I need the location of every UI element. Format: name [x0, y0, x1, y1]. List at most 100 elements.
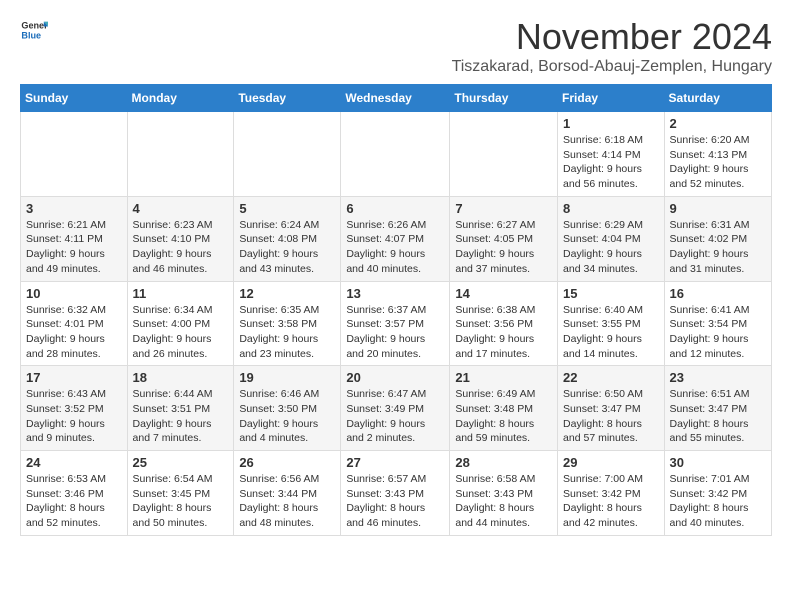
day-cell: 6 Sunrise: 6:26 AM Sunset: 4:07 PM Daylig…: [341, 196, 450, 281]
day-info: Sunrise: 6:43 AM Sunset: 3:52 PM Dayligh…: [26, 387, 122, 446]
day-cell: [234, 112, 341, 197]
day-number: 27: [346, 455, 444, 470]
day-number: 14: [455, 286, 552, 301]
weekday-sunday: Sunday: [21, 85, 128, 112]
day-cell: [127, 112, 234, 197]
day-info: Sunrise: 6:35 AM Sunset: 3:58 PM Dayligh…: [239, 303, 335, 362]
day-number: 7: [455, 201, 552, 216]
day-info: Sunrise: 6:21 AM Sunset: 4:11 PM Dayligh…: [26, 218, 122, 277]
day-cell: 28 Sunrise: 6:58 AM Sunset: 3:43 PM Dayli…: [450, 451, 558, 536]
day-info: Sunrise: 6:56 AM Sunset: 3:44 PM Dayligh…: [239, 472, 335, 531]
title-block: November 2024 Tiszakarad, Borsod-Abauj-Z…: [452, 16, 772, 76]
day-info: Sunrise: 6:29 AM Sunset: 4:04 PM Dayligh…: [563, 218, 659, 277]
day-number: 18: [133, 370, 229, 385]
location-title: Tiszakarad, Borsod-Abauj-Zemplen, Hungar…: [452, 58, 772, 76]
day-cell: 16 Sunrise: 6:41 AM Sunset: 3:54 PM Dayli…: [664, 281, 771, 366]
week-row-1: 1 Sunrise: 6:18 AM Sunset: 4:14 PM Daylig…: [21, 112, 772, 197]
day-cell: 8 Sunrise: 6:29 AM Sunset: 4:04 PM Daylig…: [558, 196, 665, 281]
day-number: 11: [133, 286, 229, 301]
day-number: 12: [239, 286, 335, 301]
day-number: 10: [26, 286, 122, 301]
day-number: 13: [346, 286, 444, 301]
day-cell: [450, 112, 558, 197]
day-info: Sunrise: 6:20 AM Sunset: 4:13 PM Dayligh…: [670, 133, 766, 192]
day-cell: 13Sunrise: 6:37 AM Sunset: 3:57 PM Dayli…: [341, 281, 450, 366]
day-info: Sunrise: 6:44 AM Sunset: 3:51 PM Dayligh…: [133, 387, 229, 446]
day-info: Sunrise: 6:31 AM Sunset: 4:02 PM Dayligh…: [670, 218, 766, 277]
weekday-monday: Monday: [127, 85, 234, 112]
page-header: General Blue November 2024 Tiszakarad, B…: [20, 16, 772, 76]
day-info: Sunrise: 6:40 AM Sunset: 3:55 PM Dayligh…: [563, 303, 659, 362]
week-row-5: 24 Sunrise: 6:53 AM Sunset: 3:46 PM Dayli…: [21, 451, 772, 536]
day-cell: 1 Sunrise: 6:18 AM Sunset: 4:14 PM Daylig…: [558, 112, 665, 197]
day-cell: 29 Sunrise: 7:00 AM Sunset: 3:42 PM Dayli…: [558, 451, 665, 536]
day-info: Sunrise: 6:51 AM Sunset: 3:47 PM Dayligh…: [670, 387, 766, 446]
day-cell: 23Sunrise: 6:51 AM Sunset: 3:47 PM Dayli…: [664, 366, 771, 451]
day-info: Sunrise: 6:50 AM Sunset: 3:47 PM Dayligh…: [563, 387, 659, 446]
day-cell: 20Sunrise: 6:47 AM Sunset: 3:49 PM Dayli…: [341, 366, 450, 451]
day-cell: 14 Sunrise: 6:38 AM Sunset: 3:56 PM Dayli…: [450, 281, 558, 366]
day-info: Sunrise: 6:23 AM Sunset: 4:10 PM Dayligh…: [133, 218, 229, 277]
day-number: 15: [563, 286, 659, 301]
day-cell: 17 Sunrise: 6:43 AM Sunset: 3:52 PM Dayli…: [21, 366, 128, 451]
day-cell: 25Sunrise: 6:54 AM Sunset: 3:45 PM Dayli…: [127, 451, 234, 536]
day-cell: [341, 112, 450, 197]
day-cell: 15 Sunrise: 6:40 AM Sunset: 3:55 PM Dayli…: [558, 281, 665, 366]
svg-text:Blue: Blue: [21, 30, 41, 40]
weekday-thursday: Thursday: [450, 85, 558, 112]
day-number: 5: [239, 201, 335, 216]
logo-icon: General Blue: [20, 16, 48, 44]
day-cell: 9 Sunrise: 6:31 AM Sunset: 4:02 PM Daylig…: [664, 196, 771, 281]
day-info: Sunrise: 6:32 AM Sunset: 4:01 PM Dayligh…: [26, 303, 122, 362]
day-number: 4: [133, 201, 229, 216]
day-info: Sunrise: 6:38 AM Sunset: 3:56 PM Dayligh…: [455, 303, 552, 362]
day-cell: 19Sunrise: 6:46 AM Sunset: 3:50 PM Dayli…: [234, 366, 341, 451]
weekday-saturday: Saturday: [664, 85, 771, 112]
day-number: 9: [670, 201, 766, 216]
day-cell: 7 Sunrise: 6:27 AM Sunset: 4:05 PM Daylig…: [450, 196, 558, 281]
week-row-2: 3Sunrise: 6:21 AM Sunset: 4:11 PM Daylig…: [21, 196, 772, 281]
day-cell: 10 Sunrise: 6:32 AM Sunset: 4:01 PM Dayli…: [21, 281, 128, 366]
day-info: Sunrise: 6:53 AM Sunset: 3:46 PM Dayligh…: [26, 472, 122, 531]
day-cell: 4 Sunrise: 6:23 AM Sunset: 4:10 PM Daylig…: [127, 196, 234, 281]
day-number: 1: [563, 116, 659, 131]
day-info: Sunrise: 6:27 AM Sunset: 4:05 PM Dayligh…: [455, 218, 552, 277]
day-info: Sunrise: 6:46 AM Sunset: 3:50 PM Dayligh…: [239, 387, 335, 446]
day-number: 30: [670, 455, 766, 470]
day-info: Sunrise: 6:34 AM Sunset: 4:00 PM Dayligh…: [133, 303, 229, 362]
day-info: Sunrise: 6:26 AM Sunset: 4:07 PM Dayligh…: [346, 218, 444, 277]
day-number: 20: [346, 370, 444, 385]
day-info: Sunrise: 7:01 AM Sunset: 3:42 PM Dayligh…: [670, 472, 766, 531]
weekday-tuesday: Tuesday: [234, 85, 341, 112]
day-cell: 21Sunrise: 6:49 AM Sunset: 3:48 PM Dayli…: [450, 366, 558, 451]
day-number: 2: [670, 116, 766, 131]
day-number: 17: [26, 370, 122, 385]
day-number: 21: [455, 370, 552, 385]
calendar-body: 1 Sunrise: 6:18 AM Sunset: 4:14 PM Daylig…: [21, 112, 772, 536]
day-number: 24: [26, 455, 122, 470]
day-cell: 3Sunrise: 6:21 AM Sunset: 4:11 PM Daylig…: [21, 196, 128, 281]
day-info: Sunrise: 6:54 AM Sunset: 3:45 PM Dayligh…: [133, 472, 229, 531]
day-cell: 18 Sunrise: 6:44 AM Sunset: 3:51 PM Dayli…: [127, 366, 234, 451]
day-number: 29: [563, 455, 659, 470]
calendar-table: SundayMondayTuesdayWednesdayThursdayFrid…: [20, 84, 772, 536]
day-cell: 11 Sunrise: 6:34 AM Sunset: 4:00 PM Dayli…: [127, 281, 234, 366]
week-row-4: 17 Sunrise: 6:43 AM Sunset: 3:52 PM Dayli…: [21, 366, 772, 451]
day-number: 28: [455, 455, 552, 470]
day-info: Sunrise: 6:41 AM Sunset: 3:54 PM Dayligh…: [670, 303, 766, 362]
weekday-wednesday: Wednesday: [341, 85, 450, 112]
day-info: Sunrise: 6:58 AM Sunset: 3:43 PM Dayligh…: [455, 472, 552, 531]
day-cell: [21, 112, 128, 197]
day-number: 6: [346, 201, 444, 216]
day-info: Sunrise: 7:00 AM Sunset: 3:42 PM Dayligh…: [563, 472, 659, 531]
day-number: 16: [670, 286, 766, 301]
day-number: 26: [239, 455, 335, 470]
day-number: 22: [563, 370, 659, 385]
day-cell: 30 Sunrise: 7:01 AM Sunset: 3:42 PM Dayli…: [664, 451, 771, 536]
day-number: 8: [563, 201, 659, 216]
week-row-3: 10 Sunrise: 6:32 AM Sunset: 4:01 PM Dayli…: [21, 281, 772, 366]
day-info: Sunrise: 6:24 AM Sunset: 4:08 PM Dayligh…: [239, 218, 335, 277]
day-info: Sunrise: 6:18 AM Sunset: 4:14 PM Dayligh…: [563, 133, 659, 192]
day-cell: 2 Sunrise: 6:20 AM Sunset: 4:13 PM Daylig…: [664, 112, 771, 197]
day-info: Sunrise: 6:57 AM Sunset: 3:43 PM Dayligh…: [346, 472, 444, 531]
